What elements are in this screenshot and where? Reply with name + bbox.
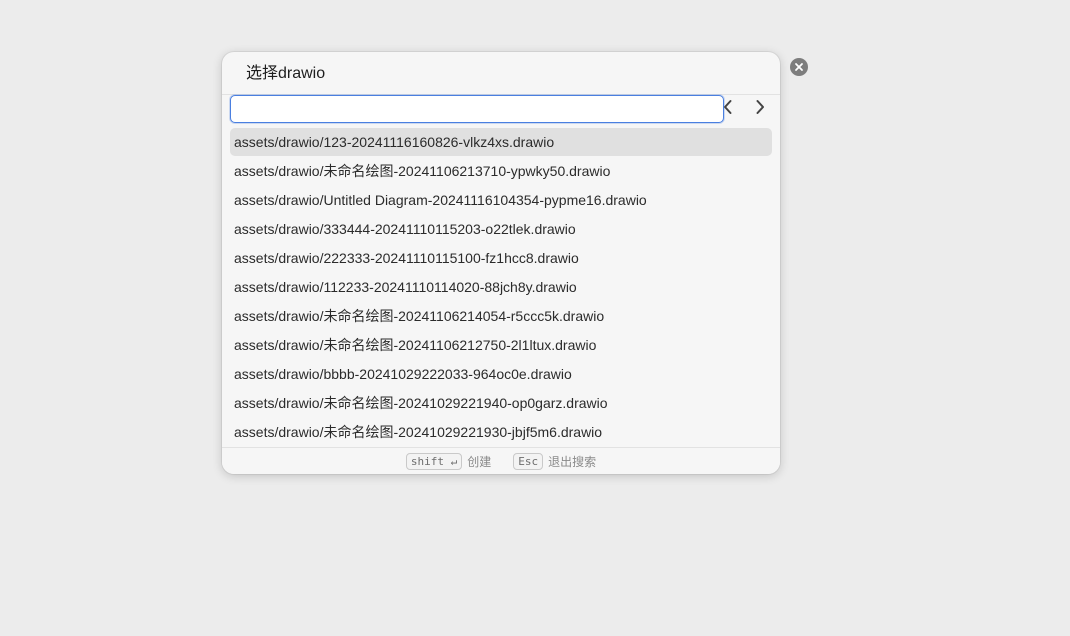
result-item[interactable]: assets/drawio/222333-20241110115100-fz1h… (230, 244, 772, 272)
create-label: 创建 (467, 455, 492, 469)
result-item[interactable]: assets/drawio/333444-20241110115203-o22t… (230, 215, 772, 243)
previous-button[interactable] (717, 98, 739, 120)
result-item[interactable]: assets/drawio/123-20241116160826-vlkz4xs… (230, 128, 772, 156)
close-icon (794, 62, 804, 72)
result-item[interactable]: assets/drawio/未命名绘图-20241106212750-2l1lt… (230, 331, 772, 359)
esc-key: Esc (513, 453, 544, 470)
search-input[interactable] (230, 95, 724, 123)
result-item[interactable]: assets/drawio/未命名绘图-20241029221940-op0ga… (230, 389, 772, 417)
exit-label: 退出搜索 (548, 455, 597, 469)
results-list: assets/drawio/123-20241116160826-vlkz4xs… (230, 128, 772, 447)
create-hint: shift ↵ 创建 (405, 453, 492, 470)
chevron-left-icon (722, 99, 734, 120)
chevron-right-icon (754, 99, 766, 120)
search-dialog: 选择drawio assets/drawio/123-2024111616082… (222, 52, 780, 474)
result-item[interactable]: assets/drawio/未命名绘图-20241029221930-jbjf5… (230, 418, 772, 446)
dialog-title: 选择drawio (246, 65, 326, 82)
footer-hints: shift ↵ 创建 Esc 退出搜索 (222, 447, 780, 474)
result-item[interactable]: assets/drawio/bbbb-20241029222033-964oc0… (230, 360, 772, 388)
shift-enter-key: shift ↵ (405, 453, 463, 470)
close-button[interactable] (790, 58, 808, 76)
result-item[interactable]: assets/drawio/112233-20241110114020-88jc… (230, 273, 772, 301)
result-item[interactable]: assets/drawio/未命名绘图-20241106213710-ypwky… (230, 157, 772, 185)
result-item[interactable]: assets/drawio/未命名绘图-20241106214054-r5ccc… (230, 302, 772, 330)
result-item[interactable]: assets/drawio/Untitled Diagram-202411161… (230, 186, 772, 214)
exit-hint: Esc 退出搜索 (513, 453, 596, 470)
next-button[interactable] (749, 98, 771, 120)
